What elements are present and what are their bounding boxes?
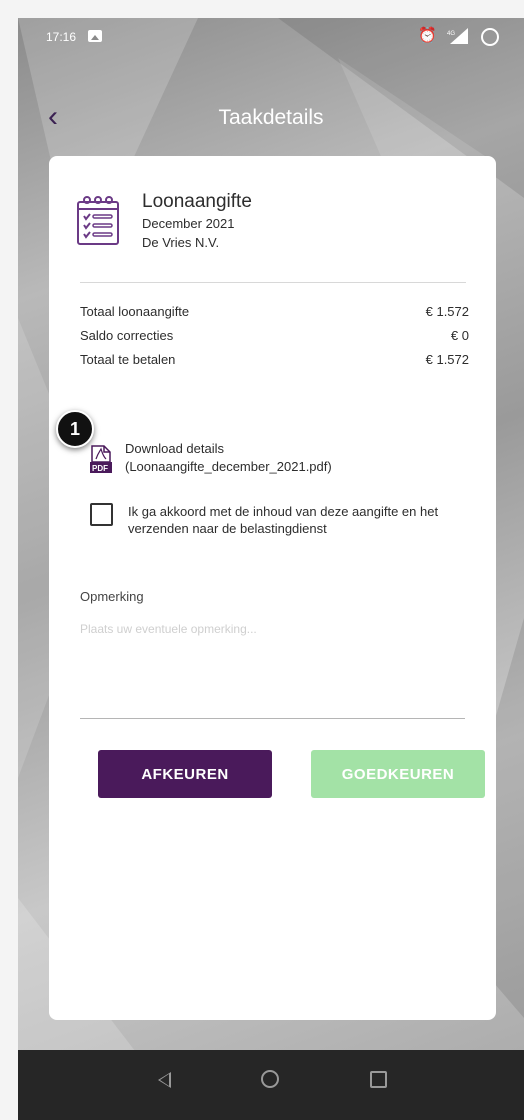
app-header: ‹ Taakdetails	[18, 98, 524, 138]
alarm-icon: ⏰	[418, 27, 437, 44]
task-calendar-icon	[77, 196, 119, 245]
download-filename[interactable]: (Loonaangifte_december_2021.pdf)	[125, 458, 332, 476]
nav-home-icon[interactable]	[261, 1070, 279, 1088]
task-company: De Vries N.V.	[142, 235, 220, 250]
summary-label: Totaal loonaangifte	[80, 304, 190, 319]
nav-back-icon[interactable]	[158, 1072, 171, 1088]
divider	[80, 282, 466, 283]
page-title: Taakdetails	[218, 106, 324, 129]
agree-checkbox[interactable]	[90, 503, 113, 526]
task-period: December 2021	[142, 216, 235, 231]
summary-value: € 1.572	[425, 304, 469, 319]
summary-value: € 1.572	[425, 352, 469, 367]
approve-button[interactable]: GOEDKEUREN	[311, 750, 485, 798]
reject-button[interactable]: AFKEUREN	[98, 750, 272, 798]
signal-icon: 4G	[447, 28, 468, 44]
remark-label: Opmerking	[80, 589, 144, 604]
summary-value: € 0	[450, 328, 469, 343]
android-nav-bar	[18, 1050, 524, 1120]
download-link[interactable]: Download details (Loonaangifte_december_…	[125, 440, 332, 476]
summary-label: Saldo correcties	[80, 328, 174, 343]
agree-text: Ik ga akkoord met de inhoud van deze aan…	[128, 504, 439, 536]
phone-screen: 17:16 ⏰ 4G ‹ Taakdetails Loonaangifte De…	[18, 18, 524, 1120]
pdf-file-icon[interactable]: PDF	[89, 445, 112, 473]
remark-input[interactable]	[80, 622, 465, 719]
svg-text:PDF: PDF	[92, 464, 108, 473]
battery-icon	[481, 28, 499, 46]
task-name: Loonaangifte	[142, 191, 252, 212]
network-label: 4G	[447, 31, 455, 37]
status-bar: 17:16 ⏰ 4G	[18, 18, 524, 58]
summary-label: Totaal te betalen	[80, 352, 176, 367]
gallery-icon	[88, 30, 102, 42]
task-card: Loonaangifte December 2021 De Vries N.V.…	[49, 156, 496, 1020]
download-label[interactable]: Download details	[125, 440, 332, 458]
screen-frame: 17:16 ⏰ 4G ‹ Taakdetails Loonaangifte De…	[0, 0, 524, 1120]
status-time: 17:16	[46, 30, 77, 44]
nav-recents-icon[interactable]	[370, 1071, 387, 1088]
annotation-badge: 1	[56, 410, 94, 448]
